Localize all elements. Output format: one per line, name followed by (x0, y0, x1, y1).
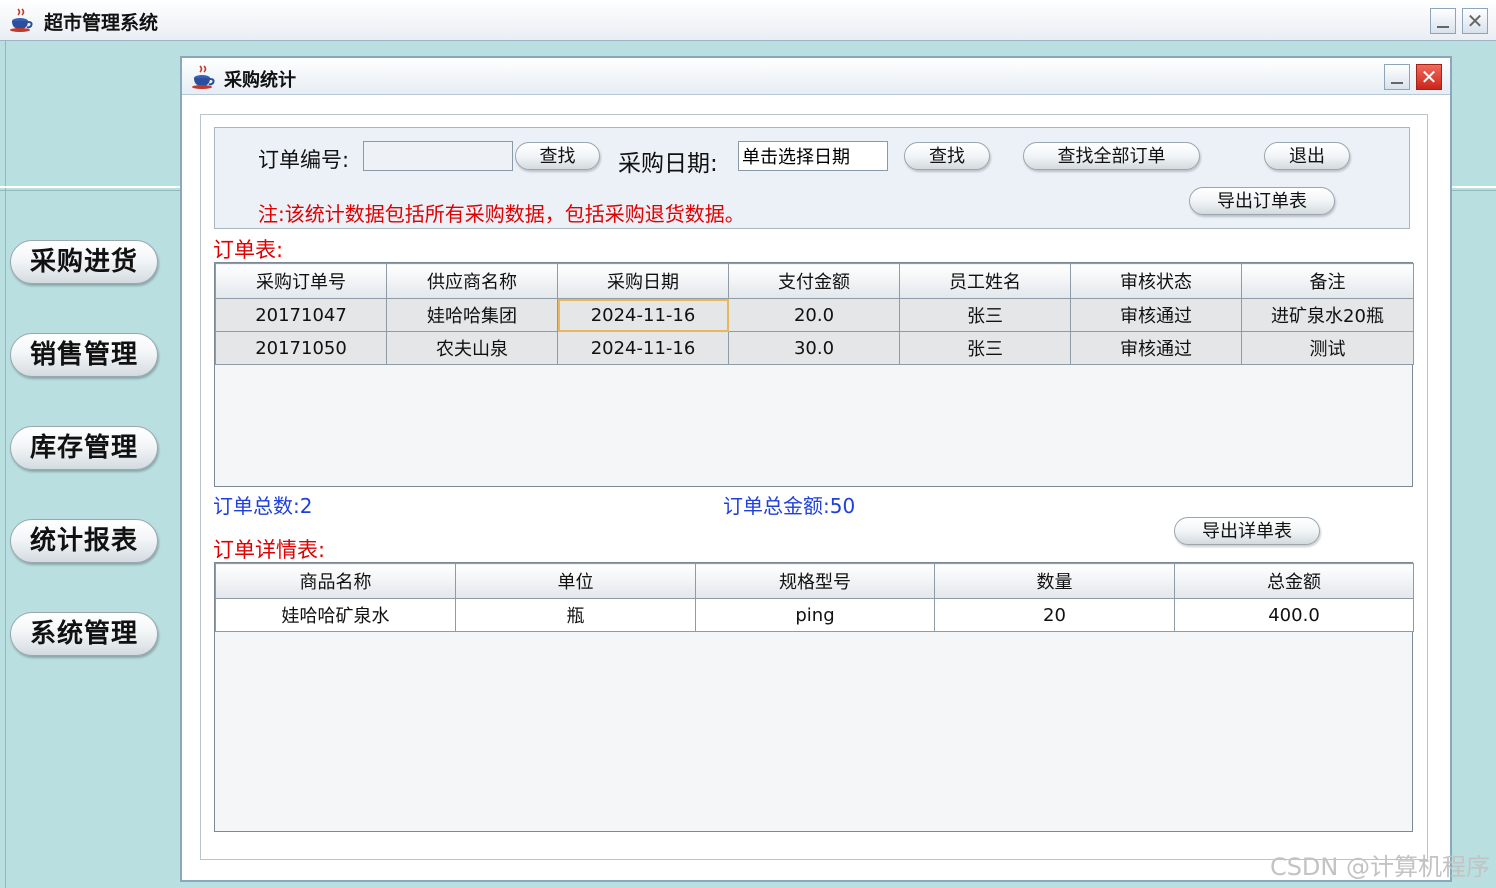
table-cell[interactable]: 20 (934, 598, 1175, 632)
column-header[interactable]: 规格型号 (695, 563, 935, 599)
table-cell[interactable]: 瓶 (455, 598, 696, 632)
column-header[interactable]: 备注 (1241, 263, 1414, 299)
order-total-count: 订单总数:2 (213, 494, 313, 518)
sidebar-item-inventory[interactable]: 库存管理 (10, 426, 158, 470)
desktop-border (5, 40, 6, 888)
close-button[interactable]: ✕ (1462, 8, 1488, 34)
sidebar-item-system[interactable]: 系统管理 (10, 612, 158, 656)
sidebar-item-purchase[interactable]: 采购进货 (10, 240, 158, 284)
table-cell[interactable]: 进矿泉水20瓶 (1241, 298, 1414, 332)
column-header[interactable]: 采购订单号 (215, 263, 387, 299)
column-header[interactable]: 供应商名称 (386, 263, 558, 299)
find-all-orders-button[interactable]: 查找全部订单 (1023, 142, 1200, 170)
table-cell[interactable]: 审核通过 (1070, 298, 1242, 332)
orders-header-row: 采购订单号 供应商名称 采购日期 支付金额 员工姓名 审核状态 备注 (215, 263, 1414, 299)
column-header[interactable]: 总金额 (1174, 563, 1414, 599)
column-header[interactable]: 商品名称 (215, 563, 456, 599)
date-picker-input[interactable] (738, 141, 888, 171)
table-cell[interactable]: 娃哈哈矿泉水 (215, 598, 456, 632)
table-cell[interactable]: 20171050 (215, 331, 387, 365)
column-header[interactable]: 审核状态 (1070, 263, 1242, 299)
table-cell[interactable]: 娃哈哈集团 (386, 298, 558, 332)
table-cell[interactable]: 30.0 (728, 331, 900, 365)
column-header[interactable]: 采购日期 (557, 263, 729, 299)
close-icon: ✕ (1420, 65, 1438, 89)
table-row[interactable]: 20171050 农夫山泉 2024-11-16 30.0 张三 审核通过 测试 (215, 331, 1414, 365)
table-cell[interactable]: 20171047 (215, 298, 387, 332)
table-cell[interactable]: 测试 (1241, 331, 1414, 365)
dialog-title-bar: 采购统计 ✕ (182, 58, 1450, 95)
main-title-bar: 超市管理系统 ✕ (0, 0, 1496, 41)
find-by-order-button[interactable]: 查找 (515, 142, 600, 170)
export-details-button[interactable]: 导出详单表 (1174, 517, 1320, 545)
table-cell[interactable]: ping (695, 598, 935, 632)
app-coffee-icon (8, 7, 34, 33)
column-header[interactable]: 数量 (934, 563, 1175, 599)
column-header[interactable]: 单位 (455, 563, 696, 599)
table-cell[interactable]: 农夫山泉 (386, 331, 558, 365)
table-cell[interactable]: 审核通过 (1070, 331, 1242, 365)
watermark: CSDN @计算机程序 (1269, 853, 1490, 881)
app-title: 超市管理系统 (44, 12, 159, 34)
table-cell[interactable]: 张三 (899, 298, 1071, 332)
stats-note: 注:该统计数据包括所有采购数据，包括采购退货数据。 (258, 202, 745, 226)
export-orders-button[interactable]: 导出订单表 (1189, 187, 1335, 215)
details-header-row: 商品名称 单位 规格型号 数量 总金额 (215, 563, 1414, 599)
order-no-input[interactable] (363, 141, 513, 171)
dialog-title: 采购统计 (224, 70, 296, 91)
order-total-amount: 订单总金额:50 (723, 494, 856, 518)
orders-table-title: 订单表: (213, 238, 284, 262)
dialog-close-button[interactable]: ✕ (1416, 64, 1442, 90)
table-cell[interactable]: 20.0 (728, 298, 900, 332)
sidebar-item-reports[interactable]: 统计报表 (10, 519, 158, 563)
date-label: 采购日期: (618, 151, 718, 177)
table-row[interactable]: 20171047 娃哈哈集团 2024-11-16 20.0 张三 审核通过 进… (215, 298, 1414, 332)
details-table: 商品名称 单位 规格型号 数量 总金额 娃哈哈矿泉水 瓶 ping 20 400… (214, 562, 1414, 832)
dialog-minimize-button[interactable] (1384, 64, 1410, 90)
table-cell[interactable]: 400.0 (1174, 598, 1414, 632)
table-cell-selected[interactable]: 2024-11-16 (557, 298, 729, 332)
column-header[interactable]: 支付金额 (728, 263, 900, 299)
table-row[interactable]: 娃哈哈矿泉水 瓶 ping 20 400.0 (215, 598, 1414, 632)
order-no-label: 订单编号: (258, 148, 350, 172)
column-header[interactable]: 员工姓名 (899, 263, 1071, 299)
close-icon: ✕ (1466, 9, 1484, 33)
table-cell[interactable]: 2024-11-16 (557, 331, 729, 365)
sidebar-item-sales[interactable]: 销售管理 (10, 333, 158, 377)
find-by-date-button[interactable]: 查找 (904, 142, 990, 170)
dialog-coffee-icon (190, 64, 216, 90)
table-cell[interactable]: 张三 (899, 331, 1071, 365)
minimize-button[interactable] (1430, 8, 1456, 34)
exit-button[interactable]: 退出 (1264, 142, 1350, 170)
orders-table: 采购订单号 供应商名称 采购日期 支付金额 员工姓名 审核状态 备注 20171… (214, 262, 1414, 487)
details-table-title: 订单详情表: (213, 538, 326, 562)
